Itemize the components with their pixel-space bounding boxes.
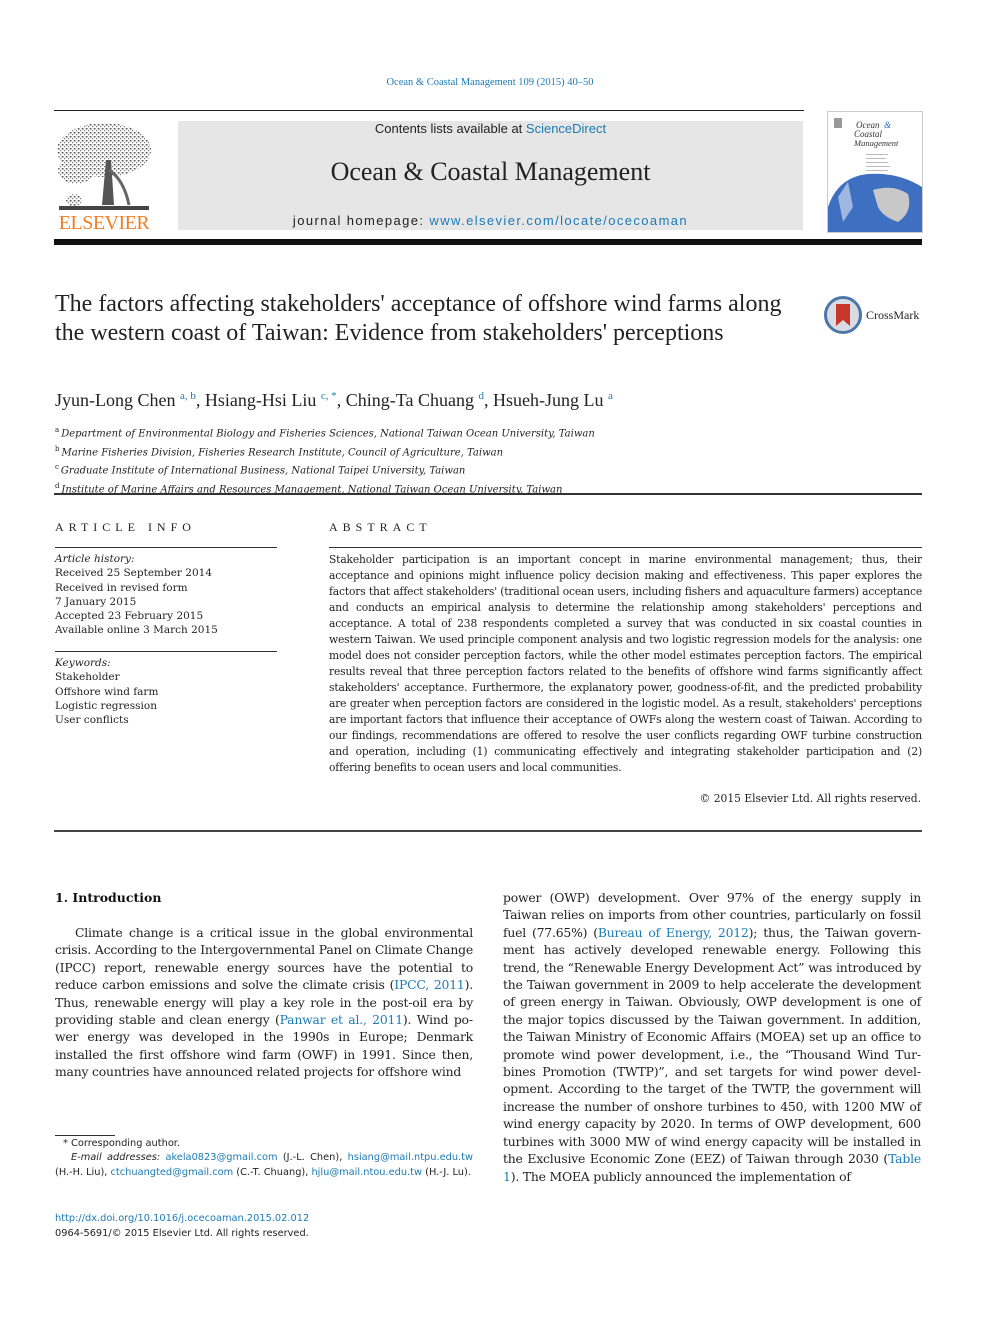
history-entry: Accepted 23 February 2015 <box>55 610 204 623</box>
crossmark-button[interactable]: CrossMark <box>824 296 924 334</box>
journal-cover-thumbnail[interactable]: Ocean & Coastal Management <box>827 111 923 233</box>
keywords: Keywords: Stakeholder Offshore wind farm… <box>55 656 158 727</box>
introduction-left-column: Climate change is a critical issue in th… <box>55 925 473 1080</box>
journal-reference-link[interactable]: Ocean & Coastal Management 109 (2015) 40… <box>0 77 980 88</box>
svg-text:&: & <box>884 120 891 130</box>
abstract-copyright: © 2015 Elsevier Ltd. All rights reserved… <box>699 792 921 805</box>
history-entry: Received in revised form <box>55 581 188 594</box>
article-info-heading: ARTICLE INFO <box>55 520 196 534</box>
abstract-rule <box>329 547 922 548</box>
author-affiliation-marker[interactable]: a, b <box>180 390 196 402</box>
section-divider <box>54 493 922 495</box>
affiliation-list: a Department of Environmental Biology and… <box>55 423 595 498</box>
history-entry: Received 25 September 2014 <box>55 567 213 580</box>
elsevier-logo[interactable]: ELSEVIER <box>54 120 154 235</box>
author-affiliation-marker[interactable]: c, * <box>321 390 337 402</box>
affiliation-item: c Graduate Institute of International Bus… <box>55 463 466 477</box>
affiliation-item: b Marine Fisheries Division, Fisheries Re… <box>55 444 504 458</box>
citation-link[interactable]: Panwar et al., 2011 <box>280 1012 404 1027</box>
contents-available-line: Contents lists available at ScienceDirec… <box>178 121 803 136</box>
citation-link[interactable]: Bureau of Energy, 2012 <box>598 925 749 940</box>
header-top-rule <box>54 110 804 111</box>
author[interactable]: Hsueh-Jung Lu a <box>493 390 613 410</box>
elsevier-wordmark: ELSEVIER <box>58 212 150 234</box>
header-bottom-rule <box>54 239 922 245</box>
journal-banner: Contents lists available at ScienceDirec… <box>178 121 803 230</box>
keyword: Offshore wind farm <box>55 685 159 698</box>
email-link[interactable]: hjlu@mail.ntou.edu.tw <box>311 1167 422 1178</box>
article-history: Article history: Received 25 September 2… <box>55 552 218 638</box>
footnote-rule <box>55 1135 115 1136</box>
keyword: Stakeholder <box>55 671 120 684</box>
svg-text:Management: Management <box>853 138 899 148</box>
article-title: The factors affecting stakeholders' acce… <box>55 291 782 346</box>
affiliation-item: a Department of Environmental Biology and… <box>55 426 595 440</box>
abstract-text: Stakeholder participation is an importan… <box>329 553 923 774</box>
keyword: User conflicts <box>55 714 129 727</box>
sciencedirect-link[interactable]: ScienceDirect <box>526 121 606 136</box>
email-label: E-mail addresses: <box>71 1152 161 1164</box>
author[interactable]: Jyun-Long Chen a, b <box>55 390 196 410</box>
email-link[interactable]: hsiang@mail.ntpu.edu.tw <box>348 1152 473 1163</box>
footnote: * Corresponding author. E-mail addresses… <box>55 1137 473 1180</box>
introduction-right-column: power (OWP) development. Over 97% of the… <box>503 890 921 1184</box>
journal-title: Ocean & Coastal Management <box>330 157 651 186</box>
keyword: Logistic regression <box>55 699 157 712</box>
doi-block: http://dx.doi.org/10.1016/j.ocecoaman.20… <box>55 1211 309 1241</box>
author[interactable]: Hsiang-Hsi Liu c, * <box>205 390 337 410</box>
article-history-label: Article history: <box>55 553 135 565</box>
history-entry: 7 January 2015 <box>55 595 137 608</box>
author-list: Jyun-Long Chen a, b, Hsiang-Hsi Liu c, *… <box>55 390 613 410</box>
crossmark-icon <box>824 296 862 334</box>
email-link[interactable]: ctchuangted@gmail.com <box>111 1167 234 1178</box>
homepage-prefix: journal homepage: <box>292 213 430 228</box>
introduction-heading: 1. Introduction <box>55 890 162 905</box>
author-affiliation-marker[interactable]: a <box>608 390 613 402</box>
author[interactable]: Ching-Ta Chuang d <box>346 390 484 410</box>
doi-link[interactable]: http://dx.doi.org/10.1016/j.ocecoaman.20… <box>55 1211 309 1226</box>
keywords-rule <box>55 651 277 652</box>
abstract-heading: ABSTRACT <box>329 520 432 534</box>
article-info-rule <box>55 547 277 548</box>
front-matter-end-rule <box>54 830 922 832</box>
email-link[interactable]: akela0823@gmail.com <box>165 1152 277 1163</box>
journal-homepage-line: journal homepage: www.elsevier.com/locat… <box>178 213 803 228</box>
email-addresses: E-mail addresses: akela0823@gmail.com (J… <box>55 1152 474 1178</box>
issn-copyright: 0964-5691/© 2015 Elsevier Ltd. All right… <box>55 1228 309 1239</box>
cover-globe-icon: Ocean & Coastal Management <box>828 118 922 232</box>
citation-link[interactable]: IPCC, 2011 <box>394 977 465 992</box>
history-entry: Available online 3 March 2015 <box>55 624 218 637</box>
journal-homepage-link[interactable]: www.elsevier.com/locate/ocecoaman <box>429 213 688 228</box>
contents-prefix: Contents lists available at <box>374 121 526 136</box>
elsevier-tree-icon <box>57 123 151 210</box>
corresponding-author-note: * Corresponding author. <box>63 1138 181 1149</box>
crossmark-label: CrossMark <box>866 308 920 322</box>
keywords-label: Keywords: <box>55 657 111 669</box>
